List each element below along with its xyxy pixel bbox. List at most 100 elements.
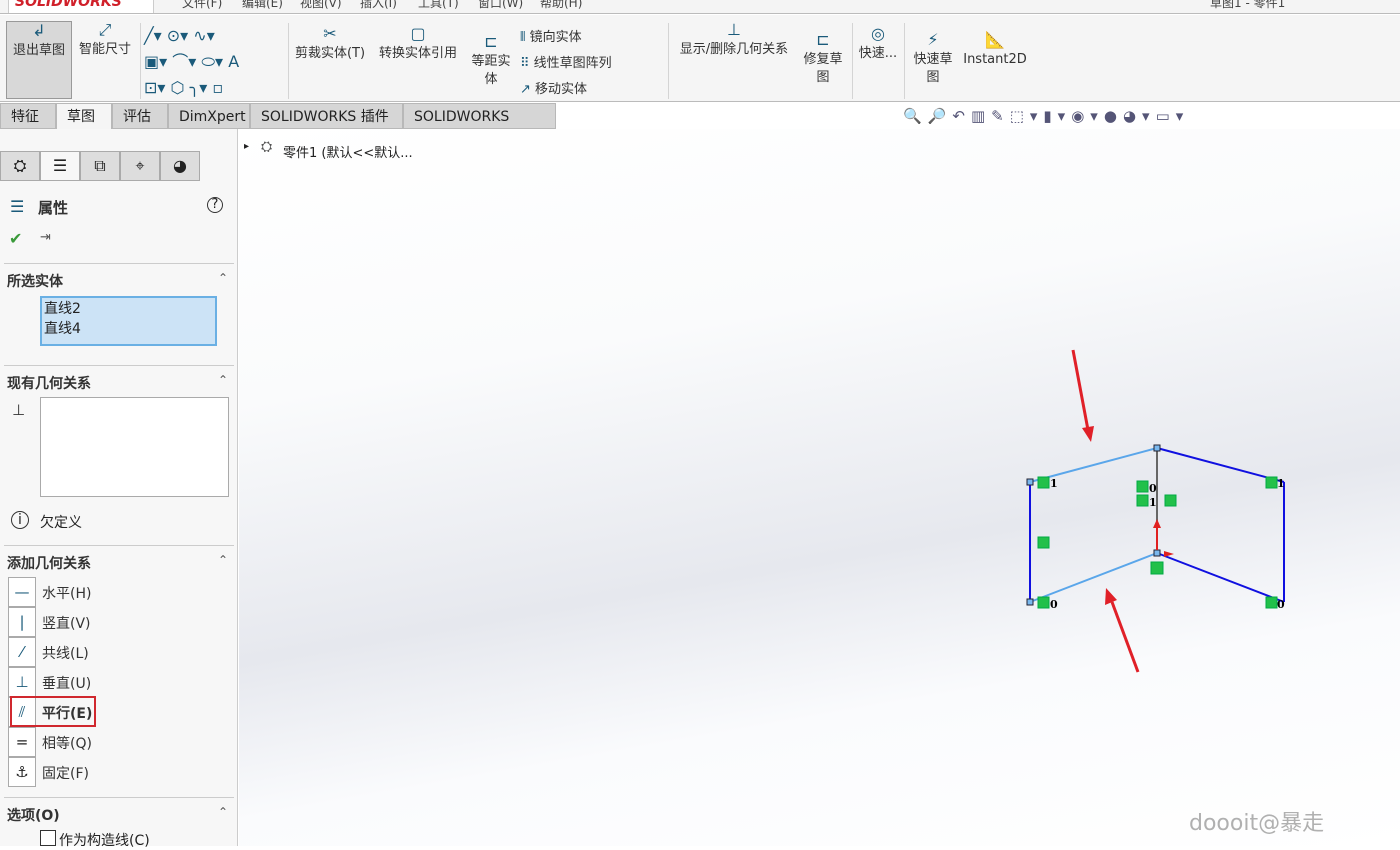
list-item[interactable]: 直线2 — [44, 299, 213, 319]
quick-snaps-button[interactable]: ◎ 快速... — [856, 25, 900, 63]
vertical-relation-marker[interactable] — [1037, 536, 1050, 549]
endpoint[interactable] — [1153, 549, 1161, 557]
dynamic-annotation-icon[interactable]: ✎ — [991, 107, 1010, 125]
command-tabs: 特征 草图 评估 DimXpert SOLIDWORKS 插件 SOLIDWOR… — [0, 103, 1400, 151]
zoom-to-fit-icon[interactable]: 🔍 — [903, 107, 928, 125]
smart-dimension-button[interactable]: ⤢ 智能尺寸 — [74, 21, 136, 59]
menu-help[interactable]: 帮助(H) — [540, 0, 582, 11]
linear-pattern-button[interactable]: ⠿ 线性草图阵列 — [520, 51, 660, 77]
point-tool-icon[interactable]: ▫ — [212, 78, 223, 97]
previous-view-icon[interactable]: ↶ — [952, 107, 971, 125]
relation-horizontal[interactable]: — 水平(H) — [8, 577, 228, 607]
line-4-selected[interactable] — [1029, 552, 1158, 603]
repair-sketch-button[interactable]: ⊏ 修复草图 — [800, 31, 846, 87]
exit-sketch-button[interactable]: ↲ 退出草图 — [6, 21, 72, 99]
relation-index: 0 — [1277, 598, 1285, 611]
trim-icon: ✂ — [323, 24, 337, 43]
origin-marker[interactable] — [1150, 561, 1164, 575]
collapse-icon[interactable]: ⌃ — [218, 553, 228, 567]
menu-tools[interactable]: 工具(T) — [418, 0, 459, 11]
relation-parallel[interactable]: ⫽ 平行(E) — [8, 696, 228, 727]
endpoint[interactable] — [1026, 598, 1034, 606]
edit-appearance-icon[interactable]: ● — [1104, 107, 1123, 125]
relation-marker[interactable] — [1136, 480, 1149, 493]
show-relations-button[interactable]: ⊥ 显示/删除几何关系 — [672, 21, 796, 59]
menu-view[interactable]: 视图(V) — [300, 0, 342, 11]
solidworks-logo[interactable]: SOLIDWORKS — [8, 0, 154, 13]
tab-addins[interactable]: SOLIDWORKS 插件 — [250, 103, 403, 129]
menu-insert[interactable]: 插入(I) — [360, 0, 397, 11]
feature-tree-tab[interactable]: ⛭ — [0, 151, 40, 181]
existing-relations-list[interactable] — [40, 397, 229, 497]
collapse-icon[interactable]: ⌃ — [218, 271, 228, 285]
relation-marker[interactable] — [1037, 476, 1050, 489]
rectangle-tool-icon[interactable]: ▣▾ — [144, 52, 167, 71]
linear-pattern-icon: ⠿ — [520, 56, 530, 71]
annotation-arrow — [1110, 601, 1140, 673]
spline-tool-icon[interactable]: ∿▾ — [193, 26, 214, 45]
collapse-icon[interactable]: ⌃ — [218, 805, 228, 819]
endpoint[interactable] — [1153, 444, 1161, 452]
dimxpert-manager-tab[interactable]: ⌖ — [120, 151, 160, 181]
panel-title: 属性 — [38, 199, 69, 217]
section-view-icon[interactable]: ▥ — [971, 107, 991, 125]
sketch-canvas[interactable]: 1 0 0 1 1 0 — [239, 129, 1400, 846]
offset-label: 等距实体 — [471, 54, 511, 87]
slot-tool-icon[interactable]: ⊡▾ — [144, 78, 165, 97]
scene-icon[interactable]: ◕▾ — [1123, 107, 1156, 125]
list-item[interactable]: 直线4 — [44, 319, 213, 339]
display-style-icon[interactable]: ▮▾ — [1043, 107, 1071, 125]
view-orientation-icon[interactable]: ⬚▾ — [1010, 107, 1044, 125]
instant2d-button[interactable]: 📐 Instant2D — [962, 31, 1028, 69]
watermark: doooit@暴走 — [1189, 811, 1325, 836]
menu-file[interactable]: 文件(F) — [182, 0, 222, 11]
property-manager-tab[interactable]: ☰ — [40, 151, 80, 181]
relation-equal[interactable]: = 相等(Q) — [8, 727, 228, 757]
relation-marker[interactable] — [1265, 476, 1278, 489]
ok-check-icon[interactable]: ✔ — [9, 229, 22, 248]
trim-entities-button[interactable]: ✂ 剪裁实体(T) — [292, 25, 368, 63]
config-manager-tab[interactable]: ⧉ — [80, 151, 120, 181]
mirror-button[interactable]: ⫴ 镜向实体 — [520, 25, 660, 51]
vertical-relation-marker[interactable] — [1164, 494, 1177, 507]
construction-checkbox[interactable] — [40, 830, 56, 846]
collapse-icon[interactable]: ⌃ — [218, 373, 228, 387]
status-text: 欠定义 — [40, 515, 82, 531]
line-tool-icon[interactable]: ╱▾ — [144, 26, 162, 45]
help-icon[interactable]: ? — [207, 197, 223, 213]
tab-features[interactable]: 特征 — [0, 103, 56, 129]
tab-evaluate[interactable]: 评估 — [112, 103, 168, 129]
rapid-sketch-button[interactable]: ⚡ 快速草图 — [908, 31, 958, 87]
sketch-line[interactable] — [1156, 552, 1285, 603]
menu-window[interactable]: 窗口(W) — [478, 0, 523, 11]
graphics-area[interactable]: ▸ ⛭ 零件1 (默认<<默认... 🔍🔎↶▥✎⬚▾▮▾◉▾●◕▾▭▾ 1 0 … — [239, 107, 1400, 846]
offset-entities-button[interactable]: ⊏ 等距实体 — [468, 33, 514, 89]
relation-perpendicular[interactable]: ⊥ 垂直(U) — [8, 667, 228, 697]
text-tool-icon[interactable]: A — [228, 52, 239, 71]
polygon-tool-icon[interactable]: ⬡ — [171, 78, 185, 97]
selected-entities-list[interactable]: 直线2 直线4 — [40, 296, 217, 346]
relation-vertical[interactable]: | 竖直(V) — [8, 607, 228, 637]
menu-edit[interactable]: 编辑(E) — [242, 0, 283, 11]
endpoint[interactable] — [1026, 478, 1034, 486]
zoom-area-icon[interactable]: 🔎 — [928, 107, 953, 125]
view-settings-icon[interactable]: ▭▾ — [1156, 107, 1190, 125]
tab-mbd[interactable]: SOLIDWORKS MBD — [403, 103, 556, 151]
tab-sketch[interactable]: 草图 — [56, 103, 112, 129]
pin-icon[interactable]: ⇥ — [40, 230, 51, 245]
relation-marker[interactable] — [1136, 494, 1149, 507]
ellipse-tool-icon[interactable]: ⬭▾ — [201, 52, 223, 71]
circle-tool-icon[interactable]: ⊙▾ — [167, 26, 188, 45]
relation-marker[interactable] — [1037, 596, 1050, 609]
relation-marker[interactable] — [1265, 596, 1278, 609]
display-manager-tab[interactable]: ◕ — [160, 151, 200, 181]
move-entities-button[interactable]: ↗ 移动实体 — [520, 77, 660, 103]
sketch-line[interactable] — [1156, 447, 1285, 483]
relation-collinear[interactable]: ⁄ 共线(L) — [8, 637, 228, 667]
tab-dimxpert[interactable]: DimXpert — [168, 103, 250, 129]
fillet-tool-icon[interactable]: ╮▾ — [190, 78, 208, 97]
arc-tool-icon[interactable]: ⌒▾ — [172, 52, 196, 71]
relation-fix[interactable]: ⚓ 固定(F) — [8, 757, 228, 787]
convert-entities-button[interactable]: ▢ 转换实体引用 — [372, 25, 464, 63]
hide-show-icon[interactable]: ◉▾ — [1071, 107, 1104, 125]
